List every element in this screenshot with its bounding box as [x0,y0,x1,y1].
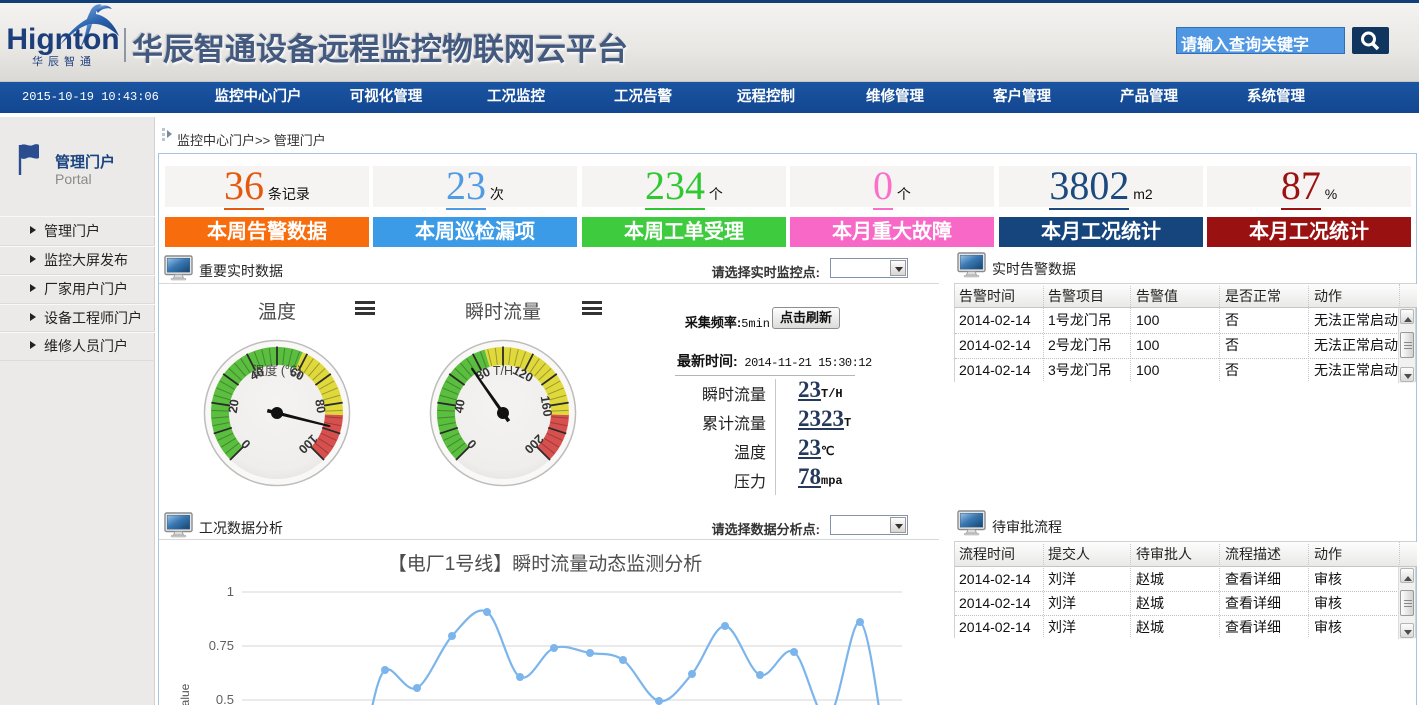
svg-text:【电厂1号线】瞬时流量动态监测分析: 【电厂1号线】瞬时流量动态监测分析 [388,553,703,575]
svg-text:0.75: 0.75 [209,638,234,653]
svg-text:value: value [178,683,192,705]
svg-text:1: 1 [227,584,234,599]
svg-text:温度 (℃): 温度 (℃) [252,363,301,378]
svg-text:20: 20 [226,398,242,414]
svg-text:40: 40 [452,398,468,414]
svg-text:T/H: T/H [493,364,513,378]
svg-text:80: 80 [312,398,328,414]
svg-text:0.5: 0.5 [216,692,234,705]
